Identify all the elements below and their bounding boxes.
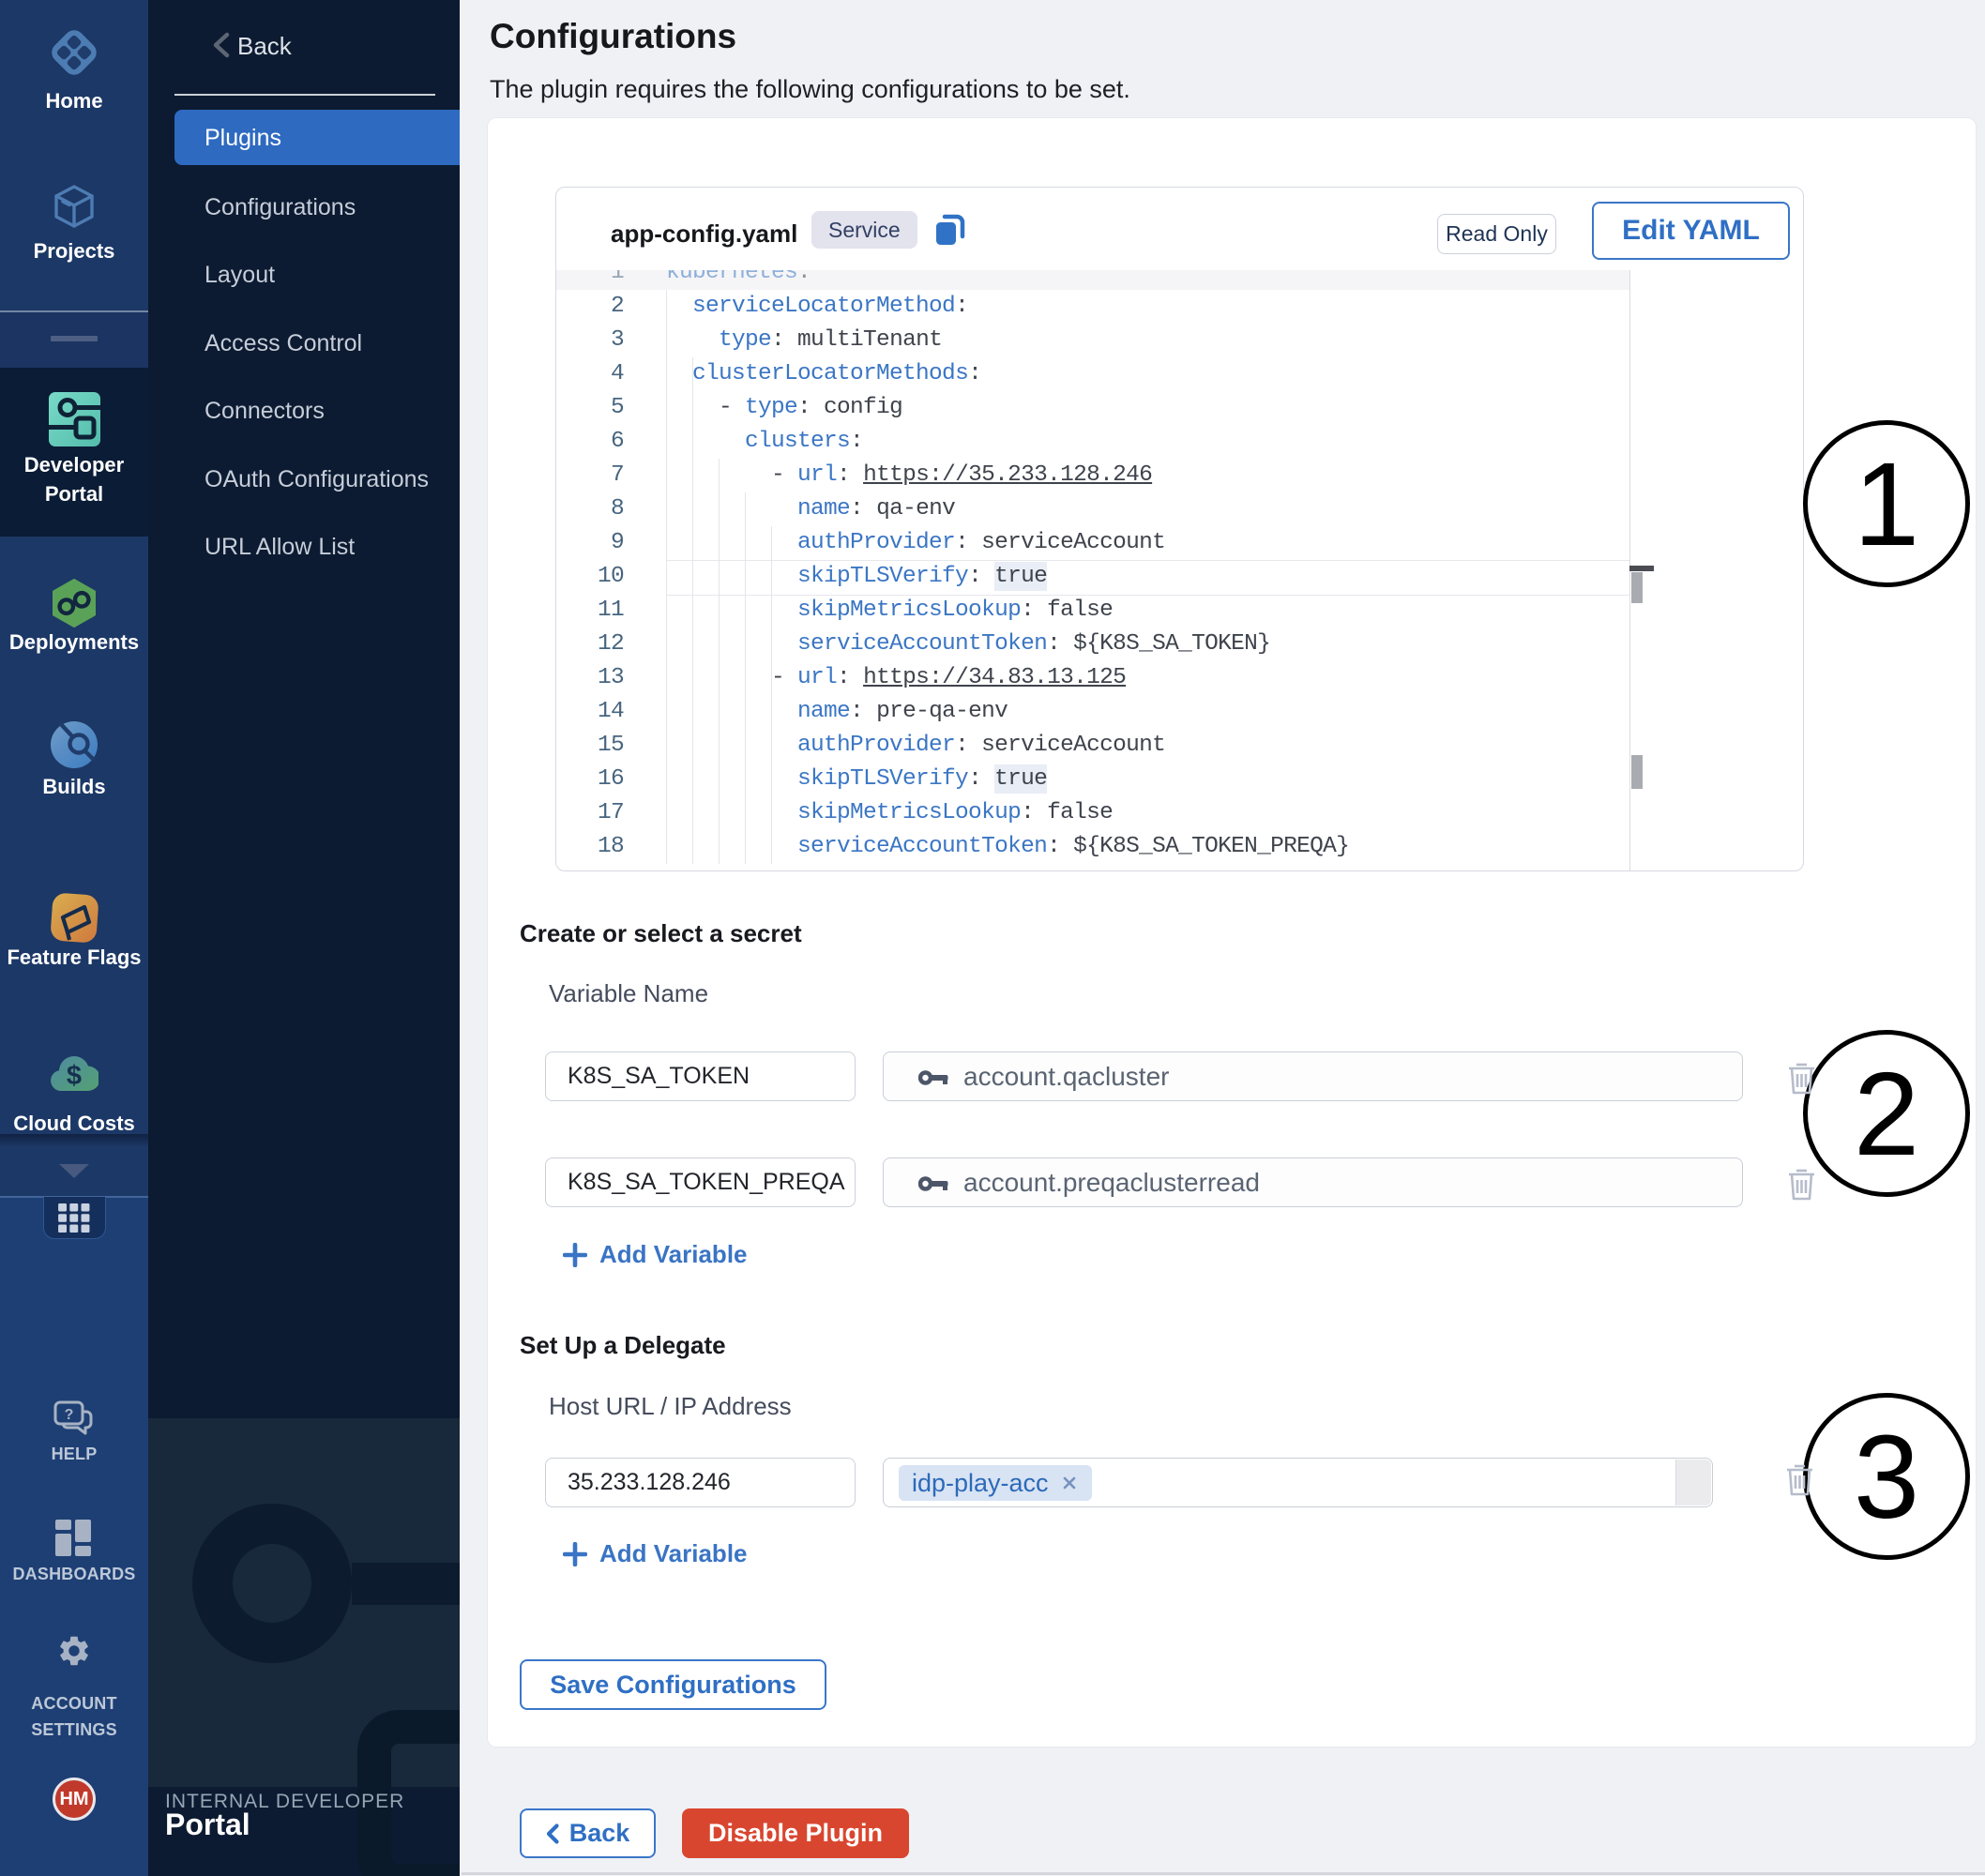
svg-text:$: $ xyxy=(67,1061,82,1091)
svg-text:?: ? xyxy=(65,1407,74,1423)
